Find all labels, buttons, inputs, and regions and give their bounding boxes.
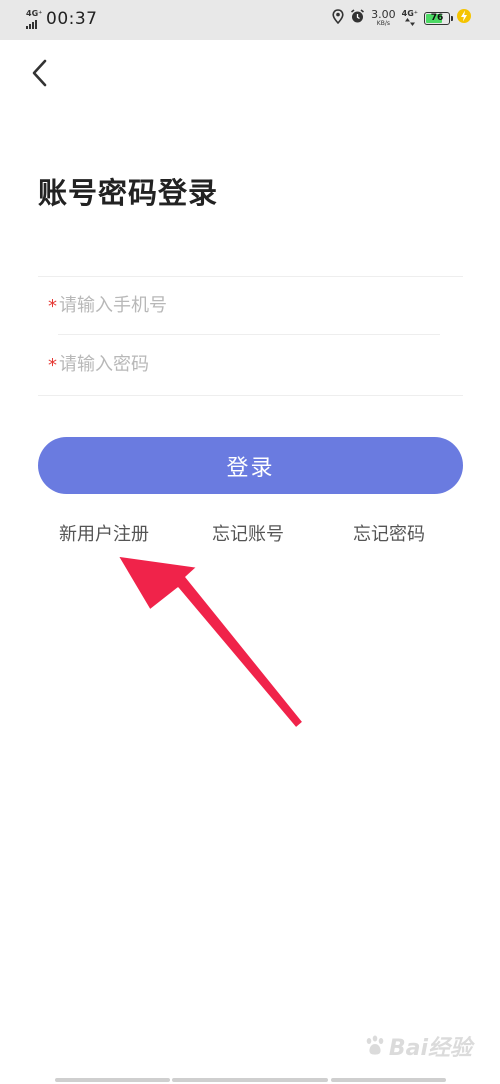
- clock: 00:37: [46, 9, 98, 29]
- cellular-data-icon: 4G⁺: [402, 9, 418, 28]
- paw-logo-icon: [366, 1035, 384, 1055]
- status-bar: 4G⁺ 00:37 3.00 KB/s 4G⁺ 76: [0, 0, 500, 40]
- network-speed: 3.00 KB/s: [371, 9, 396, 27]
- battery-icon: 76: [424, 11, 453, 25]
- cellular-signal-icon: 4G⁺: [26, 9, 44, 29]
- location-icon: [332, 8, 344, 28]
- phone-input[interactable]: [59, 294, 419, 316]
- required-marker: *: [48, 355, 57, 376]
- network-speed-unit: KB/s: [376, 20, 390, 27]
- watermark: Bai经验: [363, 1030, 472, 1062]
- password-field[interactable]: *: [48, 349, 440, 379]
- login-button[interactable]: 登录: [38, 437, 463, 494]
- back-button[interactable]: [26, 56, 54, 90]
- forgot-password-link[interactable]: 忘记密码: [353, 520, 425, 546]
- chevron-left-icon: [32, 59, 47, 87]
- password-input[interactable]: [59, 353, 419, 375]
- page-title: 账号密码登录: [38, 176, 219, 210]
- field-divider: [58, 334, 440, 335]
- annotation-arrow-icon: [117, 555, 304, 729]
- status-left: 4G⁺ 00:37: [26, 9, 98, 29]
- form-top-divider: [38, 276, 463, 277]
- nav-indicator-right: [331, 1078, 446, 1082]
- alarm-icon: [350, 8, 365, 28]
- nav-indicator-center: [172, 1078, 328, 1082]
- charging-icon: [456, 8, 472, 28]
- status-right: 3.00 KB/s 4G⁺ 76: [332, 8, 472, 28]
- form-bottom-divider: [38, 395, 463, 396]
- network-type: 4G⁺: [26, 9, 43, 18]
- nav-indicator-left: [55, 1078, 170, 1082]
- battery-level: 76: [430, 12, 444, 23]
- network-type-right: 4G⁺: [401, 8, 418, 18]
- required-marker: *: [48, 296, 57, 317]
- phone-field[interactable]: *: [48, 290, 440, 320]
- watermark-text: Bai经验: [388, 1036, 472, 1061]
